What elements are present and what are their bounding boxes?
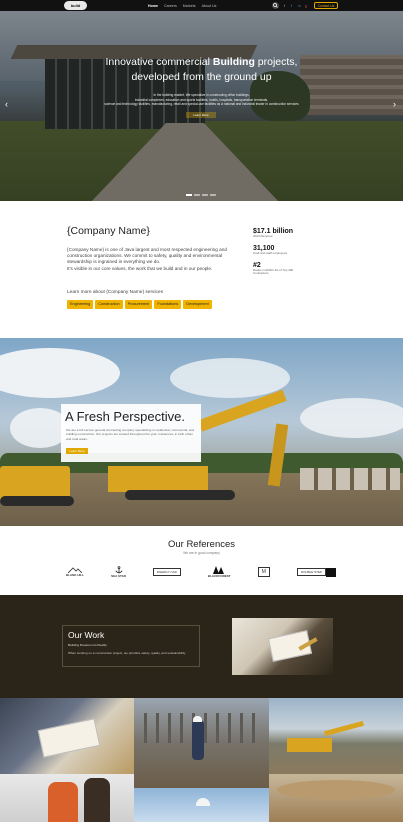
tanks: [300, 468, 400, 490]
tag-procurement[interactable]: Procurement: [124, 300, 153, 309]
menu-item-careers[interactable]: Careers: [164, 4, 177, 8]
slider-dot[interactable]: [202, 194, 208, 196]
references-title: Our References: [167, 539, 236, 550]
menu-item-markets[interactable]: Markets: [183, 4, 196, 8]
facebook-icon[interactable]: f: [284, 4, 286, 8]
slider-dot[interactable]: [186, 194, 192, 196]
about-section: {Company Name} {Company Name} is one of …: [0, 201, 403, 338]
logo-energy-car: ENERGY CAR: [153, 568, 181, 576]
worker-vest: [48, 782, 78, 822]
gallery-sky-photo: [134, 788, 269, 822]
gallery-team-photo: [0, 774, 134, 822]
menu-item-home[interactable]: Home: [148, 4, 158, 8]
fresh-title: A Fresh Perspective.: [65, 409, 185, 424]
slider-dot[interactable]: [210, 194, 216, 196]
logo-sea-star: SEA STAR: [111, 566, 126, 578]
logo-m: M: [257, 567, 270, 577]
excavation-pit: [277, 780, 395, 800]
hero-subtitle: In the building market, We specialize in…: [104, 93, 299, 107]
main-menu: Home Careers Markets About Us: [148, 0, 216, 11]
blueprint-paper: [37, 718, 101, 758]
menu-item-about[interactable]: About Us: [202, 4, 217, 8]
anchor-icon: [115, 566, 123, 574]
hero-learn-more-button[interactable]: Learn More: [186, 112, 216, 118]
pine-trees-icon: [213, 566, 225, 574]
cloud: [300, 398, 403, 438]
logo-block-icon: [325, 567, 336, 577]
services-link[interactable]: Learn more about {Company Name} services: [67, 290, 163, 295]
tag-construction[interactable]: Construction: [95, 300, 123, 309]
excavator-boom: [324, 720, 364, 737]
gallery-blueprint-photo: [0, 698, 134, 774]
stat-employees: 31,100 Craft and staff employees: [253, 244, 288, 255]
references-subtitle: We are in good company: [183, 551, 220, 555]
chevron-right-icon[interactable]: ›: [393, 100, 396, 109]
excavator-track: [125, 490, 235, 500]
logo-blank-hill: BLANK HILL: [66, 567, 84, 577]
fresh-learn-more-button[interactable]: Learn More: [66, 448, 88, 454]
service-tags: Engineering Construction Procurement Fou…: [67, 300, 212, 309]
hardhat: [193, 716, 202, 722]
cloud: [170, 358, 290, 398]
logo-blackforest: BLACKFOREST: [208, 566, 231, 578]
contact-us-button[interactable]: Contact Us: [314, 2, 338, 9]
stat-revenue: $17.1 billion 2023 Revenue: [253, 228, 294, 238]
our-work-section: Our Work Building Dreams into Reality Wh…: [0, 595, 403, 698]
slider-dot[interactable]: [194, 194, 200, 196]
search-icon[interactable]: [272, 2, 279, 9]
company-logo[interactable]: build: [64, 1, 87, 10]
gallery-excavator-photo: [269, 698, 403, 774]
about-description: {Company Name} is one of Java largest an…: [67, 247, 227, 271]
stats-list: $17.1 billion 2023 Revenue 31,100 Craft …: [253, 228, 343, 282]
stat-ranking: #2 Ranks in ENR's list of Top 400 Contra…: [253, 261, 294, 276]
google-icon[interactable]: g: [305, 4, 307, 8]
client-logos: BLANK HILL SEA STAR ENERGY CAR BLACKFORE…: [66, 566, 336, 578]
work-title: Our Work: [68, 630, 105, 640]
linkedin-icon[interactable]: in: [298, 4, 301, 8]
hero-title: Innovative commercial Building projects,…: [105, 56, 298, 83]
work-tagline: Building Dreams into Reality: [68, 643, 107, 647]
slider-dots: [186, 194, 216, 196]
project-gallery: [0, 698, 403, 822]
tag-foundations[interactable]: Foundations: [154, 300, 182, 309]
twitter-icon[interactable]: t: [291, 4, 293, 8]
nav-icons: f t in g: [272, 2, 307, 9]
work-card: Our Work Building Dreams into Reality Wh…: [62, 625, 200, 667]
worker: [84, 778, 110, 822]
top-nav: build Home Careers Markets About Us f t …: [0, 0, 403, 11]
excavator-body: [287, 738, 332, 752]
chevron-left-icon[interactable]: ‹: [5, 100, 8, 109]
work-text: When working on a construction project, …: [68, 651, 186, 655]
fresh-card: A Fresh Perspective. We are a full servi…: [61, 404, 201, 462]
logo-double-step: DOUBLE STEP: [296, 567, 336, 577]
blueprint-photo: [232, 618, 333, 675]
about-title: {Company Name}: [67, 225, 150, 237]
references-section: Our References We are in good company BL…: [0, 526, 403, 595]
gallery-site-photo: [269, 774, 403, 822]
fresh-perspective-section: A Fresh Perspective. We are a full servi…: [0, 338, 403, 526]
bulldozer-track: [0, 496, 74, 506]
excavator-body: [108, 466, 208, 492]
hero-slider: Innovative commercial Building projects,…: [0, 11, 403, 201]
hardhat: [196, 798, 210, 806]
tag-development[interactable]: Development: [183, 300, 212, 309]
fresh-text: We are a full service general contractin…: [66, 428, 195, 441]
worker: [192, 720, 204, 760]
gallery-worker-photo: [134, 698, 269, 788]
tag-engineering[interactable]: Engineering: [67, 300, 94, 309]
cloud: [0, 348, 120, 398]
